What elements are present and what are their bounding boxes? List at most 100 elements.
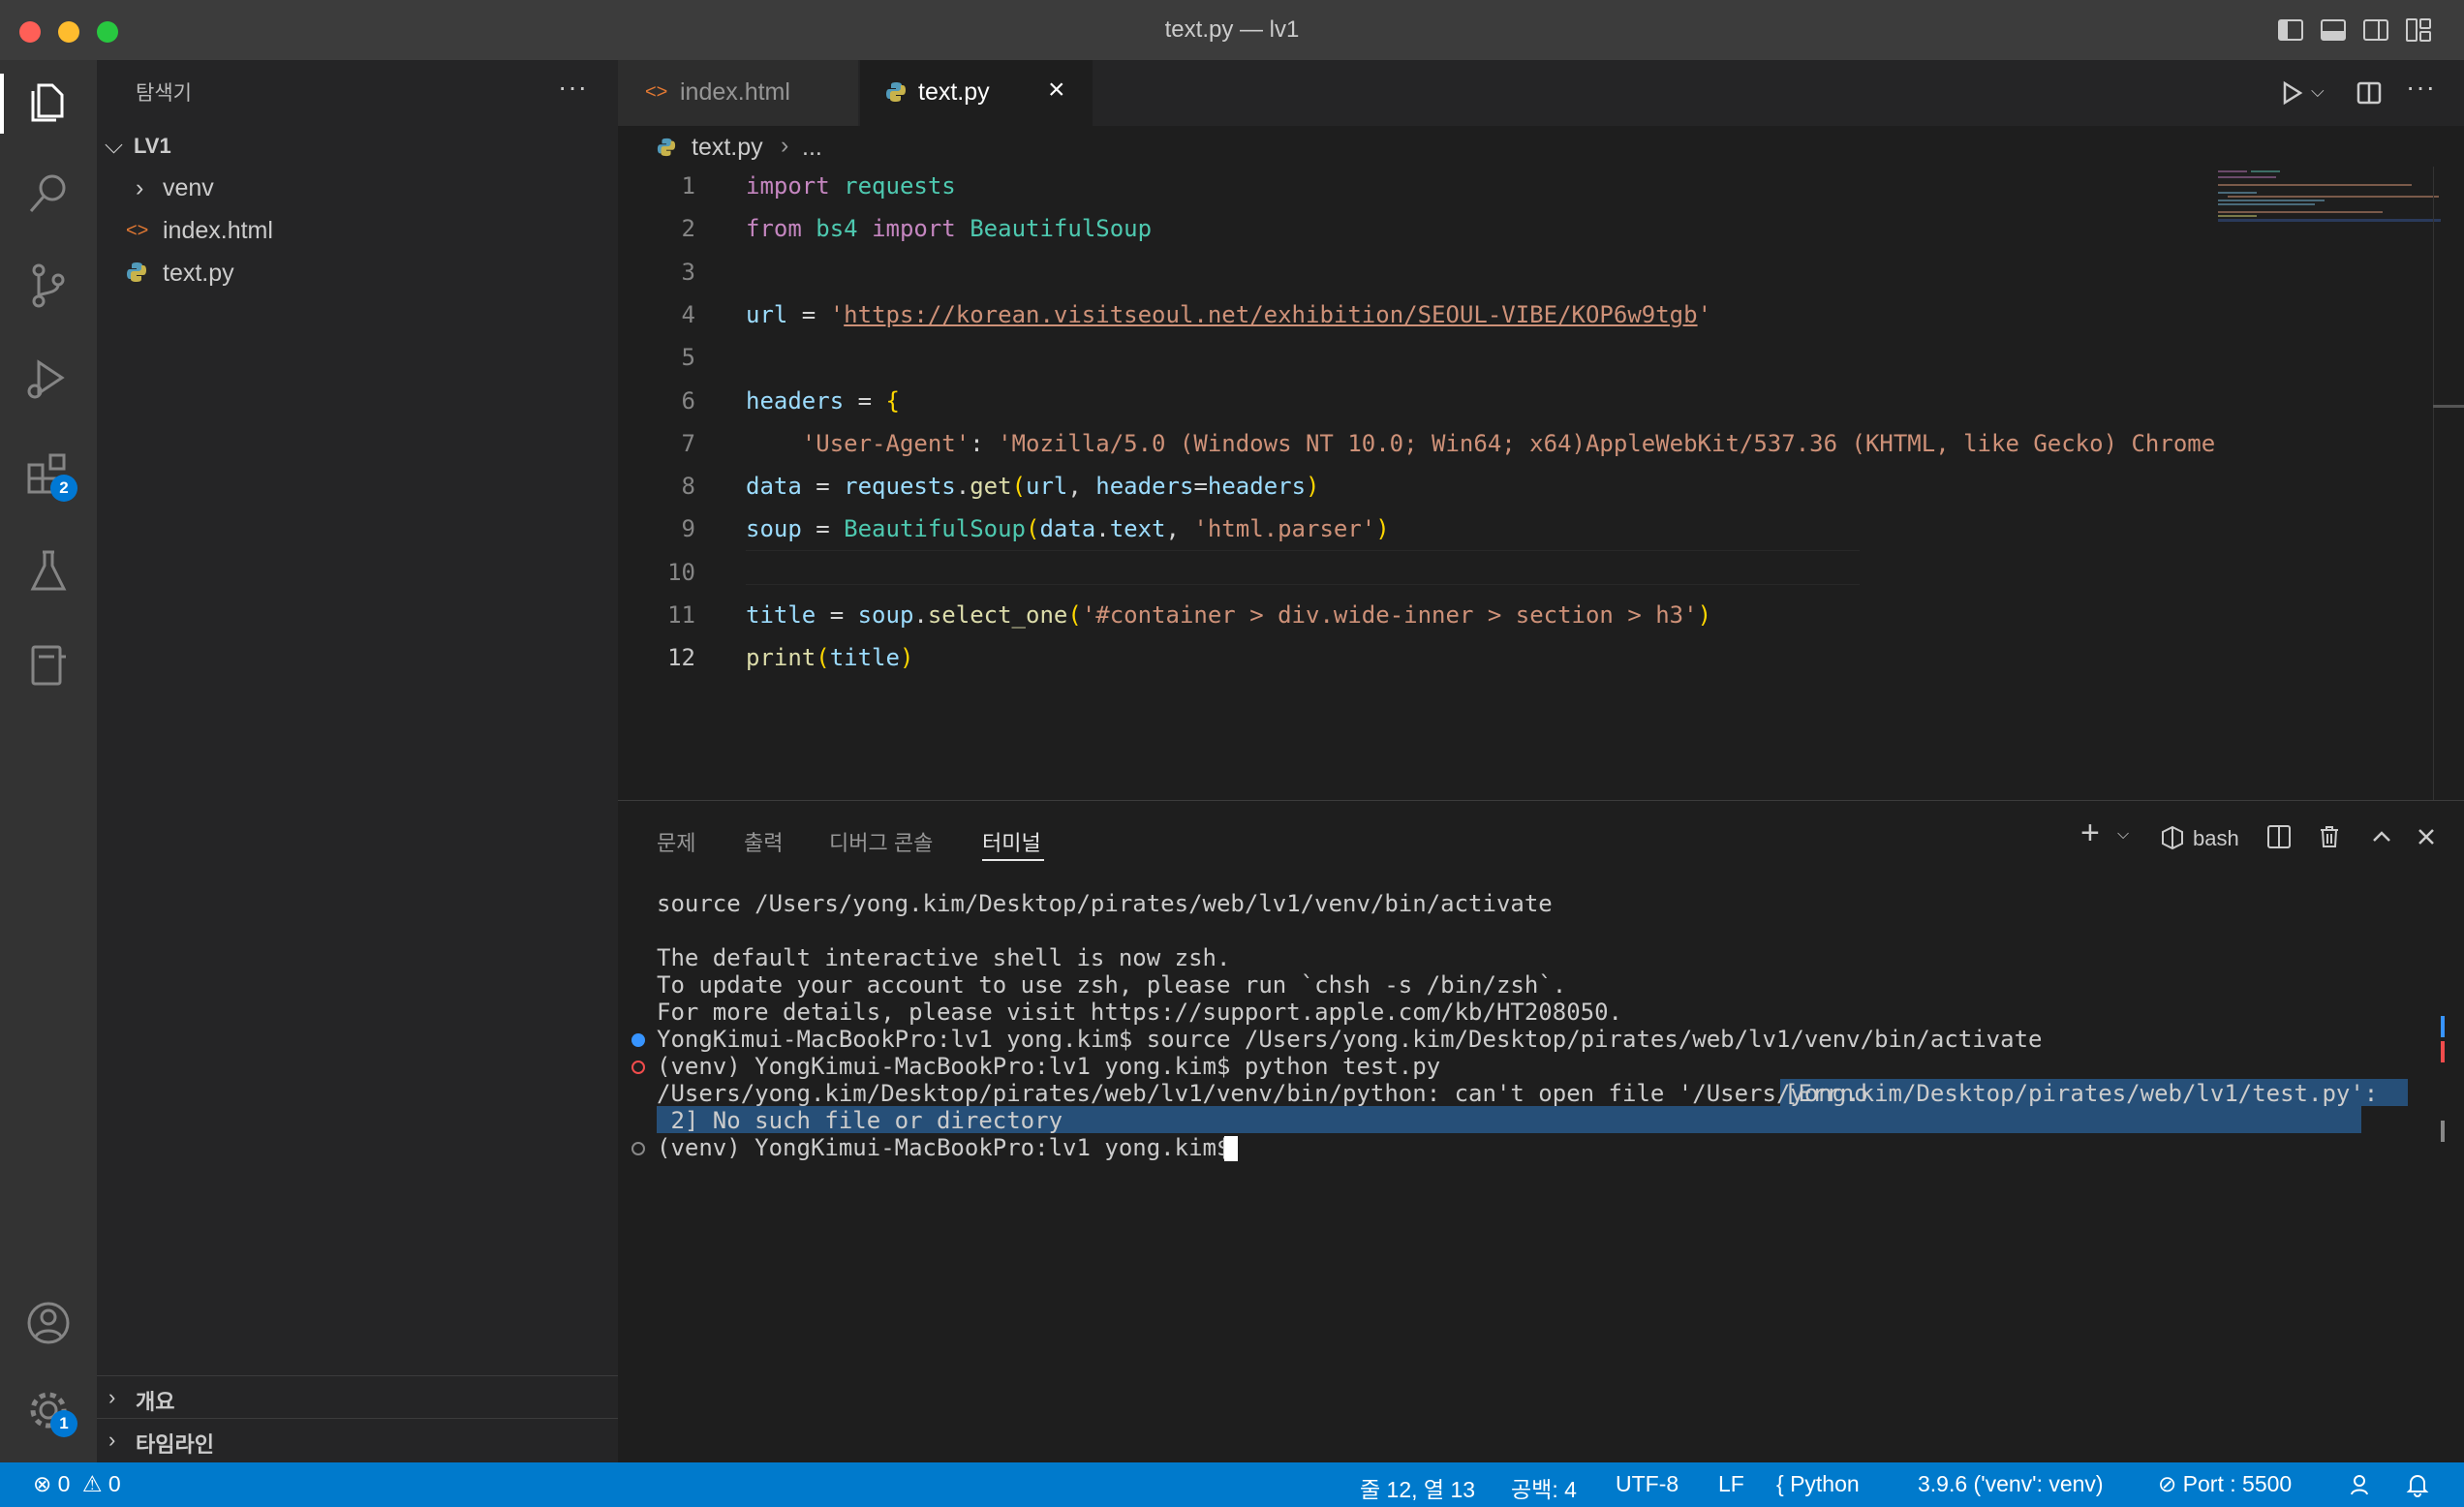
tree-item-label: venv xyxy=(163,174,214,201)
close-panel-icon[interactable] xyxy=(2414,824,2439,849)
line-number: 12 xyxy=(667,644,695,672)
tab-label: text.py xyxy=(918,78,990,106)
html-file-icon: <> xyxy=(645,81,668,103)
tree-item-label: index.html xyxy=(163,217,273,244)
minimap[interactable] xyxy=(2218,167,2441,800)
tab-output[interactable]: 출력 xyxy=(744,826,783,857)
run-dropdown-icon[interactable]: ⌵ xyxy=(2311,81,2325,102)
explorer-more-button[interactable]: ··· xyxy=(558,72,588,103)
code-editor[interactable]: 1 2 3 4 5 6 7 8 9 10 11 12 import requests from bs4 … xyxy=(618,167,2464,800)
extensions-icon[interactable]: 2 xyxy=(21,447,77,502)
chevron-right-icon: › xyxy=(108,1385,116,1409)
search-icon[interactable] xyxy=(21,167,76,221)
end-of-line[interactable]: LF xyxy=(1718,1471,1744,1497)
run-file-icon[interactable] xyxy=(2276,77,2307,108)
outline-section-label: 개요 xyxy=(136,1390,175,1414)
testing-icon[interactable] xyxy=(21,544,76,599)
terminal-shell-name[interactable]: bash xyxy=(2193,826,2239,851)
active-indicator xyxy=(0,74,4,134)
timeline-section[interactable]: › 타임라인 xyxy=(97,1418,618,1460)
line-number: 3 xyxy=(681,258,695,286)
tab-problems[interactable]: 문제 xyxy=(657,826,695,857)
maximize-panel-icon[interactable] xyxy=(2369,824,2394,849)
code-line: import requests xyxy=(746,172,956,200)
workspace-root-label: LV1 xyxy=(134,134,171,158)
customize-layout-icon[interactable] xyxy=(2404,15,2433,45)
breadcrumb-file[interactable]: text.py xyxy=(692,134,763,162)
toggle-panel-icon[interactable] xyxy=(2319,15,2348,45)
extensions-badge: 2 xyxy=(50,475,77,502)
outline-section[interactable]: › 개요 xyxy=(97,1375,618,1417)
python-interpreter[interactable]: 3.9.6 ('venv': venv) xyxy=(1918,1471,2104,1497)
port-label: Port : 5500 xyxy=(2182,1471,2293,1496)
active-tab-underline xyxy=(982,859,1044,861)
language-mode[interactable]: { Python xyxy=(1776,1471,1860,1497)
live-server-port[interactable]: ⊘ Port : 5500 xyxy=(2158,1471,2292,1497)
indentation[interactable]: 공백: 4 xyxy=(1511,1471,1577,1504)
remote-explorer-icon[interactable] xyxy=(21,637,76,692)
tab-text-py[interactable]: text.py × xyxy=(860,60,1093,126)
chevron-down-icon: ⌵ xyxy=(105,132,123,159)
toggle-secondary-sidebar-icon[interactable] xyxy=(2361,15,2390,45)
line-number: 6 xyxy=(681,386,695,415)
tree-item-text-py[interactable]: text.py xyxy=(97,254,618,292)
line-number: 5 xyxy=(681,344,695,372)
line-number: 1 xyxy=(681,172,695,200)
terminal-shell-icon xyxy=(2162,825,2183,850)
terminal-line: The default interactive shell is now zsh… xyxy=(657,944,1231,971)
tab-terminal[interactable]: 터미널 xyxy=(982,826,1041,857)
feedback-icon[interactable] xyxy=(2348,1471,2375,1498)
split-editor-icon[interactable] xyxy=(2354,77,2385,108)
editor-scrollbar-track[interactable] xyxy=(2433,167,2434,800)
terminal-prompt: (venv) YongKimui-MacBookPro:lv1 yong.kim… xyxy=(657,1134,1245,1161)
run-debug-icon[interactable] xyxy=(21,351,76,405)
scrollbar-marker xyxy=(2441,1121,2445,1142)
editor-more-icon[interactable]: ··· xyxy=(2406,72,2436,103)
window-title: text.py — lv1 xyxy=(1164,16,1300,43)
cursor-position[interactable]: 줄 12, 열 13 xyxy=(1360,1471,1475,1504)
line-number: 11 xyxy=(667,601,695,629)
python-file-icon xyxy=(126,261,147,290)
terminal-line: YongKimui-MacBookPro:lv1 yong.kim$ sourc… xyxy=(657,1026,2043,1053)
line-number: 9 xyxy=(681,515,695,543)
problems-status[interactable]: ⊗ 0 ⚠ 0 xyxy=(33,1471,121,1497)
chevron-down-icon[interactable]: ⌵ xyxy=(2117,826,2129,844)
breadcrumb-symbol[interactable]: ... xyxy=(802,134,822,162)
trash-icon[interactable] xyxy=(2315,822,2344,851)
title-bar: text.py — lv1 xyxy=(0,0,2464,61)
tree-item-index-html[interactable]: <> index.html xyxy=(97,211,618,250)
encoding[interactable]: UTF-8 xyxy=(1616,1471,1679,1497)
tree-item-venv[interactable]: › venv xyxy=(97,169,618,207)
code-line: url = 'https://korean.visitseoul.net/exh… xyxy=(746,300,1712,328)
code-line: from bs4 import BeautifulSoup xyxy=(746,215,1153,243)
settings-badge: 1 xyxy=(50,1410,77,1437)
tab-debug-console[interactable]: 디버그 콘솔 xyxy=(829,826,933,857)
activity-bar: 2 1 xyxy=(0,60,97,1462)
explorer-header: 탐색기 xyxy=(136,82,192,105)
errno-text: [Errno xyxy=(1784,1080,1868,1107)
terminal-line: To update your account to use zsh, pleas… xyxy=(657,971,1567,999)
status-bar: ⊗ 0 ⚠ 0 줄 12, 열 13 공백: 4 UTF-8 LF { Pyth… xyxy=(0,1462,2464,1507)
overview-ruler-cursor xyxy=(2433,405,2464,408)
toggle-primary-sidebar-icon[interactable] xyxy=(2276,15,2305,45)
code-line: print(title) xyxy=(746,644,914,672)
line-number: 8 xyxy=(681,473,695,501)
warning-count: 0 xyxy=(108,1471,121,1496)
source-control-icon[interactable] xyxy=(21,259,76,313)
command-success-dot[interactable] xyxy=(631,1033,645,1047)
terminal-line: (venv) YongKimui-MacBookPro:lv1 yong.kim… xyxy=(657,1053,1441,1080)
workspace-root[interactable]: ⌵ LV1 xyxy=(97,126,618,165)
line-number: 4 xyxy=(681,300,695,328)
tab-index-html[interactable]: <> index.html xyxy=(618,60,858,126)
explorer-icon[interactable] xyxy=(21,76,76,130)
command-error-icon[interactable] xyxy=(631,1061,645,1074)
current-line-highlight xyxy=(746,550,1860,585)
close-tab-icon[interactable]: × xyxy=(1048,74,1065,107)
error-count: 0 xyxy=(57,1471,71,1496)
accounts-icon[interactable] xyxy=(21,1296,76,1350)
new-terminal-icon[interactable]: + xyxy=(2080,815,2100,852)
terminal-line: For more details, please visit https://s… xyxy=(657,999,1622,1026)
manage-gear-icon[interactable]: 1 xyxy=(21,1383,77,1437)
notifications-bell-icon[interactable] xyxy=(2404,1471,2431,1498)
split-terminal-icon[interactable] xyxy=(2264,822,2294,851)
